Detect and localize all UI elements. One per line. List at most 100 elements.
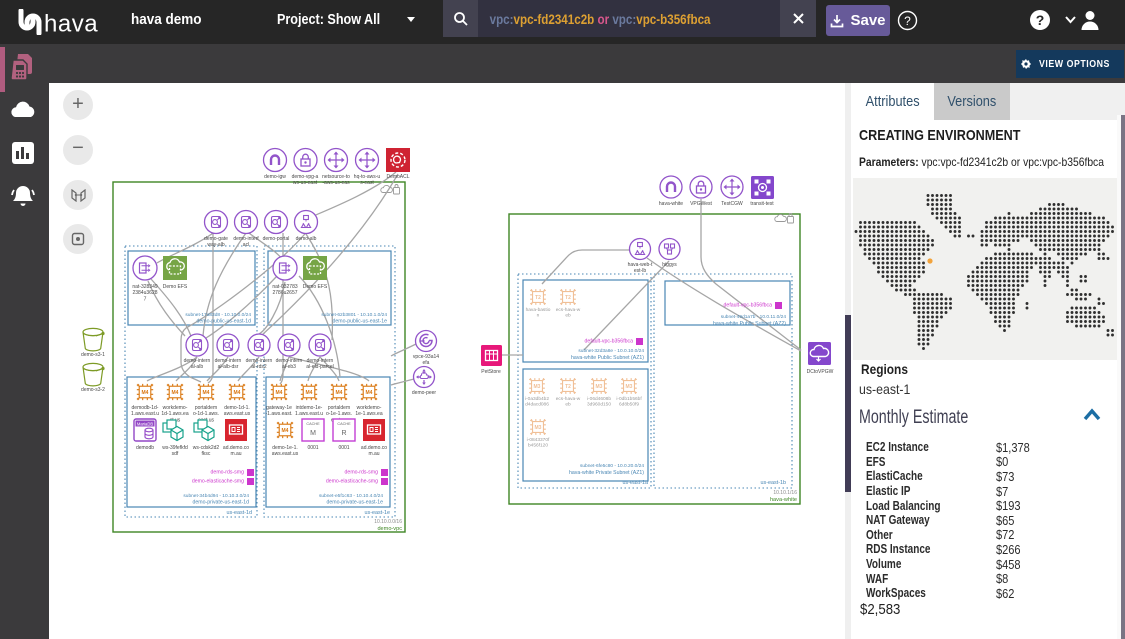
svg-text:hava-bastio: hava-bastio <box>526 307 551 313</box>
svg-text:M3: M3 <box>535 425 542 431</box>
svg-text:ws-us-east: ws-us-east <box>293 180 318 186</box>
svg-text:M4: M4 <box>142 390 149 396</box>
svg-text:aws.east.us: aws.east.us <box>224 411 251 417</box>
svg-text:hava-white: hava-white <box>770 497 797 503</box>
svg-text:netsource-to: netsource-to <box>322 174 350 180</box>
svg-text:al-eld-parcel: al-eld-parcel <box>306 364 334 370</box>
svg-text:al-rds2: al-rds2 <box>251 364 267 370</box>
svg-text:efa: efa <box>423 360 430 366</box>
svg-text:vpce-93a14: vpce-93a14 <box>413 354 439 360</box>
svg-text:1.aws.east.u: 1.aws.east.u <box>131 411 159 417</box>
svg-text:m.au: m.au <box>368 451 379 457</box>
svg-text:demo-elasticache-smg: demo-elasticache-smg <box>326 479 378 485</box>
svg-text:M4: M4 <box>336 390 343 396</box>
svg-text:demo-portal: demo-portal <box>263 236 290 242</box>
svg-text:0001: 0001 <box>338 445 349 451</box>
svg-text:al-alb: al-alb <box>191 364 203 370</box>
svg-text:demo-private-us-east-1e: demo-private-us-east-1e <box>326 500 383 506</box>
svg-text:?: ? <box>904 14 911 28</box>
svg-text:hava-white Private Subnet (AZ1: hava-white Private Subnet (AZ1) <box>569 470 644 476</box>
svg-text:transit-test: transit-test <box>750 201 774 207</box>
svg-text:subnet-49d1a7b - 10.0.11.0/24: subnet-49d1a7b - 10.0.11.0/24 <box>721 314 787 320</box>
svg-text:nat-032783: nat-032783 <box>272 284 298 290</box>
svg-text:1.aws.east.u: 1.aws.east.u <box>295 411 323 417</box>
svg-text:CACHE: CACHE <box>306 422 320 426</box>
svg-text:M: M <box>310 430 316 437</box>
svg-text:d4dacd086: d4dacd086 <box>525 402 549 408</box>
svg-text:subnet-6fe5c80 - 10.0.20.0/24: subnet-6fe5c80 - 10.0.20.0/24 <box>580 463 644 469</box>
svg-text:M4: M4 <box>203 390 210 396</box>
svg-text:i-0843370f: i-0843370f <box>527 437 550 443</box>
svg-text:acl: acl <box>243 242 249 248</box>
svg-text:demo-vpg-a: demo-vpg-a <box>292 174 319 180</box>
svg-text:M4: M4 <box>276 390 283 396</box>
svg-text:subnet-62b3801 - 10.10.1.0/24: subnet-62b3801 - 10.10.1.0/24 <box>321 312 387 318</box>
svg-text:al-eb3: al-eb3 <box>282 364 296 370</box>
svg-text:?: ? <box>1036 12 1045 28</box>
svg-text:10.10.0.0/16: 10.10.0.0/16 <box>374 519 402 525</box>
svg-text:M4: M4 <box>172 390 179 396</box>
svg-text:7: 7 <box>144 296 147 302</box>
svg-text:demo-interf: demo-interf <box>233 236 259 242</box>
svg-text:al-alb-dsr: al-alb-dsr <box>218 364 239 370</box>
svg-text:M4: M4 <box>306 390 313 396</box>
svg-text:portaldem: portaldem <box>328 405 350 411</box>
svg-text:n: n <box>537 314 540 319</box>
svg-text:Demo EFS: Demo EFS <box>303 284 328 290</box>
svg-text:ws-cdsk2d2: ws-cdsk2d2 <box>193 445 220 451</box>
svg-text:s-east: s-east <box>360 180 374 186</box>
svg-text:M3: M3 <box>534 384 541 390</box>
svg-text:subnet-34b4d94 - 10.10.3.0/24: subnet-34b4d94 - 10.10.3.0/24 <box>183 493 249 499</box>
svg-text:subnet-e5f1c63 - 10.10.4.0/24: subnet-e5f1c63 - 10.10.4.0/24 <box>319 493 383 499</box>
svg-text:hava-white: hava-white <box>659 201 683 207</box>
svg-text:demo-rds-smg: demo-rds-smg <box>345 470 379 476</box>
svg-text:ecs-hava-w: ecs-hava-w <box>556 307 581 313</box>
svg-text:TestCGW: TestCGW <box>721 201 743 207</box>
svg-text:M4: M4 <box>282 428 289 434</box>
svg-text:1e-1.aws.ea: 1e-1.aws.ea <box>355 411 382 417</box>
svg-text:portaldem: portaldem <box>195 405 217 411</box>
svg-text:b456f120: b456f120 <box>528 443 548 449</box>
svg-text:T2: T2 <box>565 384 571 390</box>
svg-text:demo-1e-1.: demo-1e-1. <box>272 445 298 451</box>
svg-text:10.10.1/16: 10.10.1/16 <box>773 490 797 496</box>
svg-text:demo-alb: demo-alb <box>296 236 317 242</box>
svg-text:PetStore: PetStore <box>481 369 501 375</box>
svg-text:3d960d150: 3d960d150 <box>587 402 611 408</box>
svg-text:M3: M3 <box>596 384 603 390</box>
svg-text:demo-rds-smg: demo-rds-smg <box>211 470 245 476</box>
svg-text:sdf: sdf <box>172 451 179 457</box>
svg-text:aws.east.us: aws.east.us <box>272 451 299 457</box>
svg-text:M4: M4 <box>234 390 241 396</box>
svg-text:demo-igw: demo-igw <box>264 174 286 180</box>
svg-text:hava: hava <box>44 11 98 36</box>
svg-text:way-alb: way-alb <box>207 242 224 248</box>
svg-text:eb: eb <box>565 313 571 319</box>
svg-text:demo-s3-1: demo-s3-1 <box>81 352 105 358</box>
svg-text:us-east-1e: us-east-1e <box>365 510 390 516</box>
svg-text:us-east-1d: us-east-1d <box>227 510 252 516</box>
svg-text:Demo EFS: Demo EFS <box>163 284 188 290</box>
svg-text:workdemo-: workdemo- <box>357 405 382 411</box>
svg-text:T2: T2 <box>565 295 571 301</box>
svg-text:est-lb: est-lb <box>634 268 646 274</box>
svg-text:intdemo-1e-: intdemo-1e- <box>296 405 323 411</box>
svg-text:us-east-1a: us-east-1a <box>623 480 648 486</box>
svg-text:M3: M3 <box>626 384 633 390</box>
svg-text:demo-public-us-east-1e: demo-public-us-east-1e <box>333 319 388 325</box>
svg-text:gateway-1e: gateway-1e <box>266 405 292 411</box>
svg-text:demo-intern: demo-intern <box>184 358 211 364</box>
svg-text:higgys: higgys <box>662 262 677 268</box>
svg-text:o-1d-1.aws.: o-1d-1.aws. <box>193 411 219 417</box>
svg-text:default-vpc-b356fbca: default-vpc-b356fbca <box>724 303 773 309</box>
svg-text:2384u3628: 2384u3628 <box>132 290 157 296</box>
svg-text:demodb-1d-: demodb-1d- <box>132 405 159 411</box>
svg-text:us-east-1b: us-east-1b <box>761 480 786 486</box>
svg-text:demo-intern: demo-intern <box>215 358 242 364</box>
svg-text:subnet-17a83d8 - 10.10.0.0/24: subnet-17a83d8 - 10.10.0.0/24 <box>185 312 251 318</box>
svg-text:hq-to-aws-u: hq-to-aws-u <box>354 174 381 180</box>
svg-text:demo-private-us-east-1d: demo-private-us-east-1d <box>192 500 249 506</box>
svg-text:demo-intern: demo-intern <box>307 358 334 364</box>
svg-text:hava-white Public Subnet (AZ2): hava-white Public Subnet (AZ2) <box>713 321 786 327</box>
svg-text:MariaDB: MariaDB <box>137 422 153 427</box>
